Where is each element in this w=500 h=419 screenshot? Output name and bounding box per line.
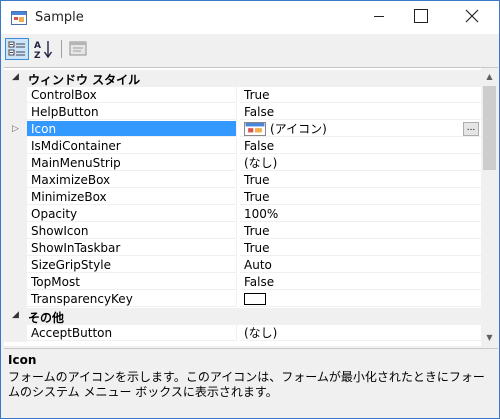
property-name: AcceptButton (27, 325, 237, 341)
category-label: その他 (28, 311, 65, 325)
property-value[interactable]: True (240, 172, 481, 188)
description-title: Icon (8, 353, 37, 367)
property-row-sizegripstyle[interactable]: SizeGripStyle Auto (4, 257, 481, 274)
property-name: TopMost (27, 274, 237, 290)
toolbar-separator (61, 40, 62, 58)
property-row-ismdicontainer[interactable]: IsMdiContainer False (4, 138, 481, 155)
property-name: ShowInTaskbar (27, 240, 237, 256)
maximize-button[interactable] (398, 1, 444, 31)
property-row-acceptbutton[interactable]: AcceptButton (なし) (4, 325, 481, 342)
app-icon (11, 11, 27, 25)
minimize-button[interactable] (356, 1, 402, 31)
property-grid[interactable]: ◢ ウィンドウ スタイル ControlBox True HelpButton … (4, 67, 498, 346)
property-value[interactable]: (アイコン) ... (240, 121, 481, 137)
property-value[interactable]: True (240, 189, 481, 205)
property-row-opacity[interactable]: Opacity 100% (4, 206, 481, 223)
categorized-view-button[interactable] (5, 38, 29, 60)
property-value[interactable]: True (240, 240, 481, 256)
close-icon (465, 9, 479, 23)
expand-arrow-icon[interactable]: ▷ (12, 124, 19, 134)
property-row-icon[interactable]: ▷ Icon (アイコン) ... (4, 121, 481, 138)
property-row-topmost[interactable]: TopMost False (4, 274, 481, 291)
alphabetical-view-button[interactable]: A Z (32, 38, 56, 61)
form-icon-thumbnail (244, 122, 266, 136)
property-row-showintaskbar[interactable]: ShowInTaskbar True (4, 240, 481, 257)
svg-text:Z: Z (34, 51, 41, 60)
close-button[interactable] (449, 1, 495, 31)
property-name: MinimizeBox (27, 189, 237, 205)
property-row-showicon[interactable]: ShowIcon True (4, 223, 481, 240)
scroll-thumb[interactable] (483, 86, 496, 170)
scroll-up-icon[interactable]: ▲ (481, 68, 498, 85)
property-name: MainMenuStrip (27, 155, 237, 171)
property-name: TransparencyKey (27, 291, 237, 307)
vertical-scrollbar[interactable]: ▲ ▼ (481, 68, 498, 346)
property-name: ShowIcon (27, 223, 237, 239)
property-name: Icon (27, 121, 237, 137)
property-value[interactable]: False (240, 138, 481, 154)
property-value[interactable] (240, 291, 481, 307)
collapse-icon[interactable]: ◢ (12, 72, 19, 82)
svg-text:A: A (34, 41, 41, 51)
property-row-helpbutton[interactable]: HelpButton False (4, 104, 481, 121)
property-value[interactable]: 100% (240, 206, 481, 222)
property-value[interactable]: True (240, 87, 481, 103)
title-bar[interactable]: Sample (1, 1, 499, 34)
property-row-mainmenustrip[interactable]: MainMenuStrip (なし) (4, 155, 481, 172)
property-name: MaximizeBox (27, 172, 237, 188)
property-value[interactable]: True (240, 223, 481, 239)
category-window-style[interactable]: ◢ ウィンドウ スタイル (4, 70, 481, 87)
collapse-icon[interactable]: ◢ (12, 310, 19, 320)
property-row-maximizebox[interactable]: MaximizeBox True (4, 172, 481, 189)
property-row-transparencykey[interactable]: TransparencyKey (4, 291, 481, 308)
property-name: SizeGripStyle (27, 257, 237, 273)
category-other[interactable]: ◢ その他 (4, 308, 481, 325)
property-pages-button[interactable] (67, 38, 91, 60)
property-row-controlbox[interactable]: ControlBox True (4, 87, 481, 104)
window-title: Sample (35, 10, 84, 25)
color-swatch (244, 293, 266, 305)
property-name: HelpButton (27, 104, 237, 120)
minimize-icon (374, 16, 384, 17)
property-value[interactable]: (なし) (240, 325, 481, 341)
icon-value-text: (アイコン) (270, 122, 327, 136)
description-text: フォームのアイコンを示します。このアイコンは、フォームが最小化されたときにフォー… (8, 370, 485, 399)
scroll-down-icon[interactable]: ▼ (481, 329, 498, 346)
sort-az-icon: A Z (34, 41, 53, 61)
categorized-icon (8, 41, 25, 56)
property-pages-icon (69, 41, 87, 56)
category-label: ウィンドウ スタイル (28, 73, 141, 87)
property-name: IsMdiContainer (27, 138, 237, 154)
maximize-icon (414, 9, 428, 23)
property-value[interactable]: Auto (240, 257, 481, 273)
description-panel: Icon フォームのアイコンを示します。このアイコンは、フォームが最小化されたと… (4, 348, 498, 417)
property-name: ControlBox (27, 87, 237, 103)
ellipsis-button[interactable]: ... (463, 122, 479, 136)
property-value[interactable]: False (240, 104, 481, 120)
properties-window: Sample A Z ◢ ウィンドウ スタイル ControlBox True … (0, 0, 500, 419)
property-value[interactable]: (なし) (240, 155, 481, 171)
property-row-minimizebox[interactable]: MinimizeBox True (4, 189, 481, 206)
toolbar: A Z (1, 34, 499, 65)
property-name: Opacity (27, 206, 237, 222)
property-value[interactable]: False (240, 274, 481, 290)
